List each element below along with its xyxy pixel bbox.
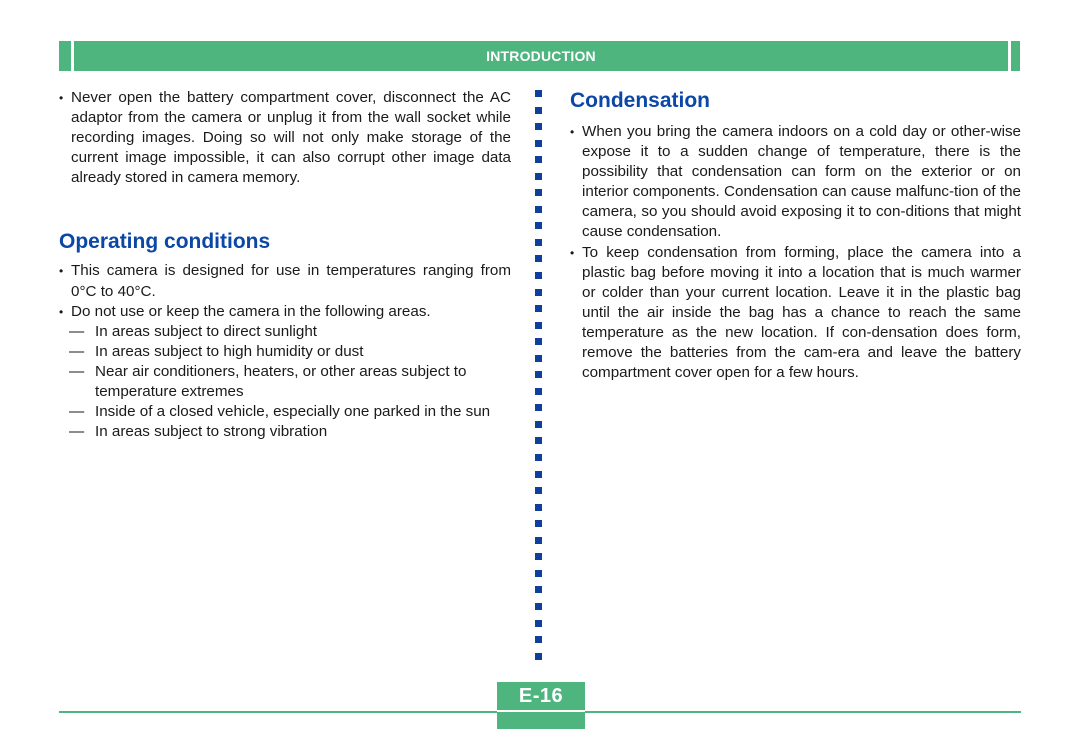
divider-dot: [535, 387, 542, 395]
divider-dot: [535, 305, 542, 313]
page-number-tab: E-16: [497, 682, 585, 710]
divider-dot: [535, 189, 542, 197]
divider-dot: [535, 404, 542, 412]
divider-dot: [535, 321, 542, 329]
divider-dot: [535, 586, 542, 594]
dash-item: In areas subject to strong vibration: [59, 422, 511, 442]
bullet-item: Never open the battery compartment cover…: [59, 88, 511, 188]
page-number-tab-base: [497, 712, 585, 729]
header-left-tab: [59, 41, 71, 71]
divider-dot: [535, 602, 542, 610]
page-number: E-16: [518, 684, 564, 707]
section-header-bar: INTRODUCTION: [74, 41, 1008, 71]
divider-dot: [535, 172, 542, 180]
divider-dot: [535, 371, 542, 379]
header-right-tab: [1011, 41, 1020, 71]
divider-dot: [535, 636, 542, 644]
divider-dot: [535, 420, 542, 428]
divider-dot: [535, 156, 542, 164]
bullet-item: When you bring the camera indoors on a c…: [570, 122, 1021, 243]
divider-dot: [535, 437, 542, 445]
divider-dot: [535, 569, 542, 577]
operating-conditions-heading: Operating conditions: [59, 230, 271, 254]
divider-dot: [535, 553, 542, 561]
divider-dot: [535, 338, 542, 346]
divider-dot: [535, 255, 542, 263]
divider-dot: [535, 652, 542, 660]
bullet-item: Do not use or keep the camera in the fol…: [59, 302, 511, 322]
divider-dot: [535, 503, 542, 511]
condensation-heading: Condensation: [570, 89, 710, 112]
dash-item: In areas subject to direct sunlight: [59, 322, 511, 342]
divider-dot: [535, 536, 542, 544]
left-column: Never open the battery compartment cover…: [59, 88, 511, 442]
divider-dot: [535, 288, 542, 296]
dash-item: Inside of a closed vehicle, especially o…: [59, 402, 511, 422]
divider-dot: [535, 454, 542, 462]
divider-dot: [535, 487, 542, 495]
dash-item: Near air conditioners, heaters, or other…: [59, 362, 511, 402]
divider-dot: [535, 520, 542, 528]
divider-dot: [535, 106, 542, 114]
section-header-title: INTRODUCTION: [486, 48, 596, 64]
divider-dot: [535, 354, 542, 362]
bullet-item: This camera is designed for use in tempe…: [59, 261, 511, 301]
divider-dot: [535, 123, 542, 131]
divider-dot: [535, 272, 542, 280]
right-column: Condensation When you bring the camera i…: [570, 88, 1021, 383]
divider-dot: [535, 139, 542, 147]
divider-dot: [535, 90, 542, 97]
bullet-item: To keep condensation from forming, place…: [570, 243, 1021, 384]
dash-item: In areas subject to high humidity or dus…: [59, 342, 511, 362]
divider-dot: [535, 205, 542, 213]
column-divider: [535, 90, 543, 669]
divider-dot: [535, 238, 542, 246]
divider-dot: [535, 222, 542, 230]
divider-dot: [535, 619, 542, 627]
divider-dot: [535, 470, 542, 478]
